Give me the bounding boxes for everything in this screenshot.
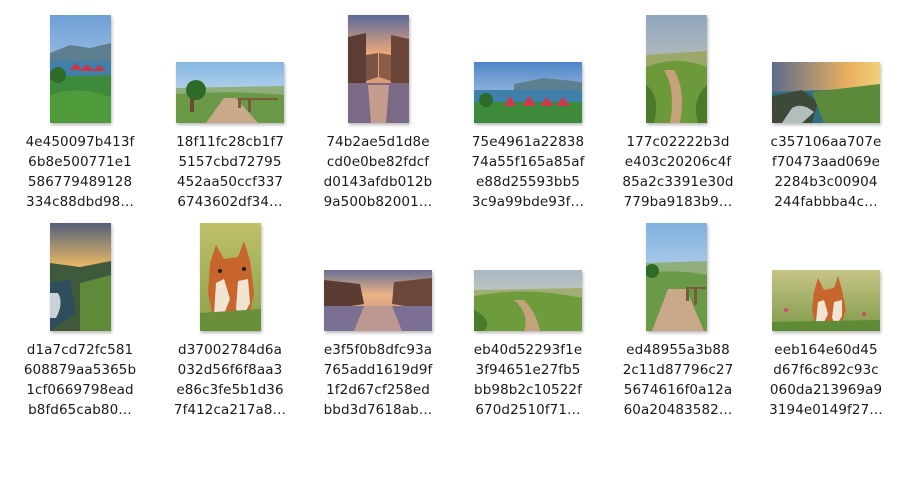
file-name: d1a7cd72fc581 608879aa5365b 1cf0669798ea… [23,342,137,418]
file-tile[interactable]: c357106aa707e f70473aad069e 2284b3c00904… [756,14,896,214]
file-tile[interactable]: 75e4961a22838 74a55f165a85af e88d25593bb… [458,14,598,214]
file-name: 18f11fc28cb1f7 5157cbd72795 452aa50ccf33… [176,134,284,210]
file-name: d37002784d6a 032d56f6f8aa3 e86c3fe5b1d36… [173,342,287,418]
file-tile[interactable]: ed48955a3b88 2c11d87796c27 5674616f0a12a… [608,222,748,422]
image-thumbnail[interactable] [772,62,880,123]
image-thumbnail[interactable] [646,15,707,123]
file-tile[interactable]: d37002784d6a 032d56f6f8aa3 e86c3fe5b1d36… [160,222,300,422]
file-tile[interactable]: 4e450097b413f 6b8e500771e1 586779489128 … [10,14,150,214]
file-tile[interactable]: eb40d52293f1e 3f94651e27fb5 bb98b2c10522… [458,222,598,422]
file-name: 75e4961a22838 74a55f165a85af e88d25593bb… [471,134,585,210]
file-name: 4e450097b413f 6b8e500771e1 586779489128 … [25,134,135,210]
file-tile[interactable]: e3f5f0b8dfc93a 765add1619d9f 1f2d67cf258… [308,222,448,422]
file-name: 177c02222b3d e403c20206c4f 85a2c3391e30d… [622,134,734,210]
image-thumbnail[interactable] [200,223,261,331]
file-name: e3f5f0b8dfc93a 765add1619d9f 1f2d67cf258… [323,342,433,418]
image-thumbnail[interactable] [474,62,582,123]
image-thumbnail[interactable] [348,15,409,123]
image-thumbnail[interactable] [772,270,880,331]
image-thumbnail[interactable] [646,223,707,331]
file-name: ed48955a3b88 2c11d87796c27 5674616f0a12a… [622,342,734,418]
image-thumbnail[interactable] [176,62,284,123]
image-thumbnail[interactable] [474,270,582,331]
file-name: eeb164e60d45 d67f6c892c93c 060da213969a9… [769,342,883,418]
file-tile[interactable]: eeb164e60d45 d67f6c892c93c 060da213969a9… [756,222,896,422]
image-thumbnail[interactable] [324,270,432,331]
file-name: 74b2ae5d1d8e cd0e0be82fdcf d0143afdb012b… [323,134,433,210]
file-tile[interactable]: 177c02222b3d e403c20206c4f 85a2c3391e30d… [608,14,748,214]
file-name: eb40d52293f1e 3f94651e27fb5 bb98b2c10522… [473,342,583,418]
file-name: c357106aa707e f70473aad069e 2284b3c00904… [770,134,882,210]
file-thumbnail-grid: 4e450097b413f 6b8e500771e1 586779489128 … [0,0,914,504]
file-tile[interactable]: d1a7cd72fc581 608879aa5365b 1cf0669798ea… [10,222,150,422]
file-tile[interactable]: 74b2ae5d1d8e cd0e0be82fdcf d0143afdb012b… [308,14,448,214]
image-thumbnail[interactable] [50,15,111,123]
image-thumbnail[interactable] [50,223,111,331]
file-tile[interactable]: 18f11fc28cb1f7 5157cbd72795 452aa50ccf33… [160,14,300,214]
